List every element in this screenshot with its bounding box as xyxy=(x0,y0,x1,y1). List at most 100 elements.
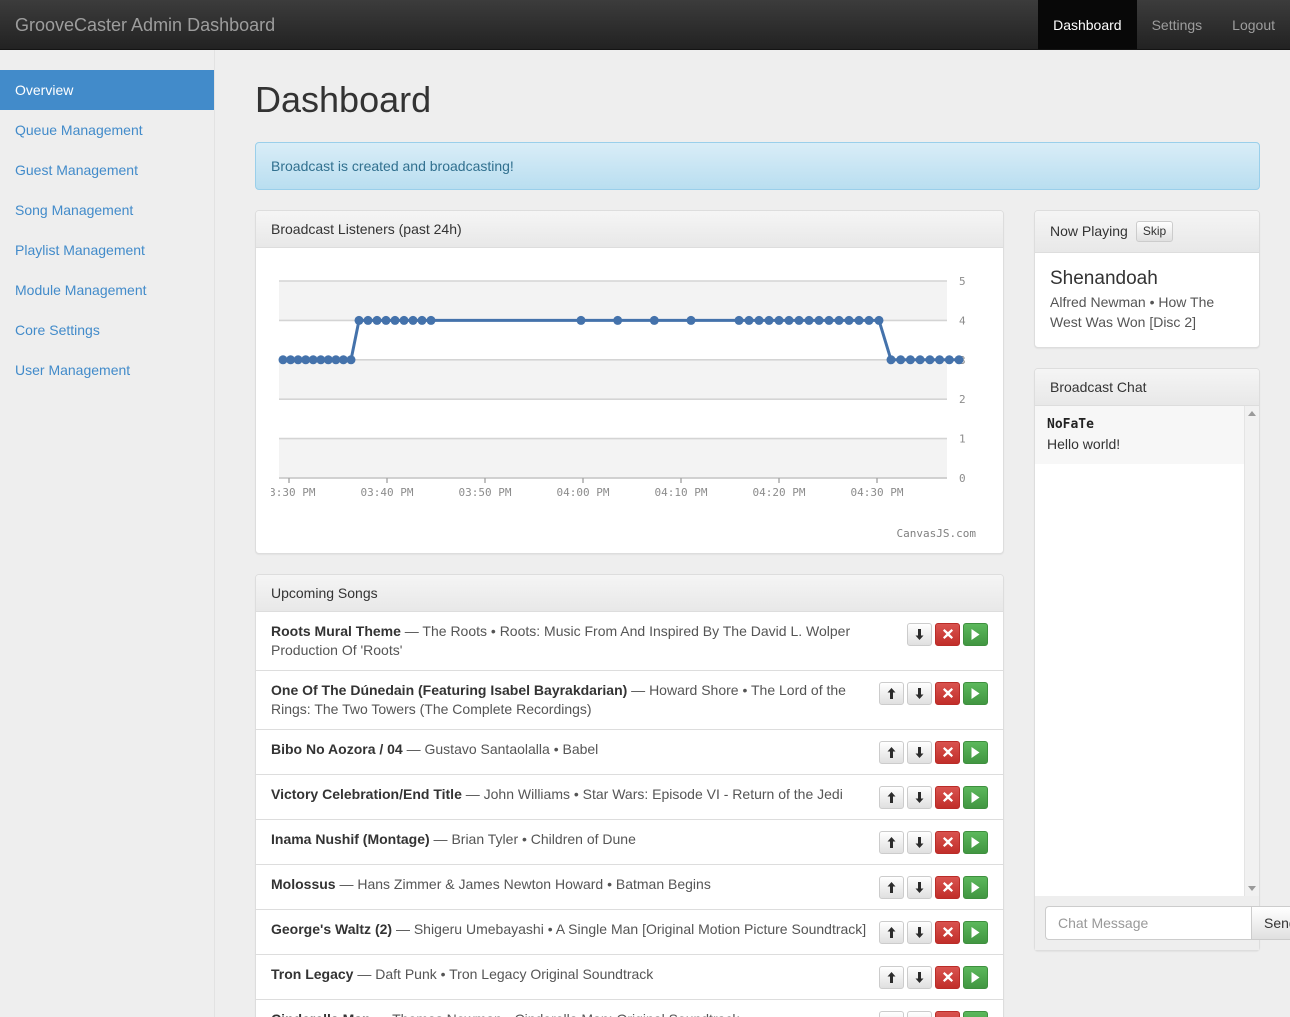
song-artist-album: — Brian Tyler • Children of Dune xyxy=(429,830,636,847)
move-down-button[interactable] xyxy=(907,622,932,646)
chat-scrollbar[interactable] xyxy=(1244,406,1259,897)
move-down-button[interactable] xyxy=(907,830,932,854)
app-brand[interactable]: GrooveCaster Admin Dashboard xyxy=(0,0,290,49)
play-icon xyxy=(971,926,980,938)
remove-song-button[interactable] xyxy=(935,740,960,764)
broadcast-listeners-body: 01234503:30 PM03:40 PM03:50 PM04:00 PM04… xyxy=(256,248,1003,553)
nav-link-logout[interactable]: Logout xyxy=(1217,0,1290,49)
song-artist-album: — Hans Zimmer & James Newton Howard • Ba… xyxy=(335,875,711,892)
broadcast-listeners-panel: Broadcast Listeners (past 24h) 01234503:… xyxy=(255,209,1004,554)
sidebar-item-playlist-management[interactable]: Playlist Management xyxy=(0,230,214,270)
play-icon xyxy=(971,791,980,803)
play-song-button[interactable] xyxy=(963,785,988,809)
remove-song-button[interactable] xyxy=(935,681,960,705)
scroll-down-arrow-icon[interactable] xyxy=(1245,881,1259,896)
svg-text:4: 4 xyxy=(959,314,966,327)
remove-song-button[interactable] xyxy=(935,965,960,989)
page-title: Dashboard xyxy=(255,79,432,120)
play-song-button[interactable] xyxy=(963,622,988,646)
song-description: Molossus — Hans Zimmer & James Newton Ho… xyxy=(271,875,879,894)
scroll-up-arrow-icon[interactable] xyxy=(1245,406,1259,421)
move-down-button[interactable] xyxy=(907,875,932,899)
move-down-button[interactable] xyxy=(907,1010,932,1017)
sidebar-item-song-management[interactable]: Song Management xyxy=(0,190,214,230)
song-title: Molossus xyxy=(271,875,336,892)
move-down-button[interactable] xyxy=(907,740,932,764)
song-description: Victory Celebration/End Title — John Wil… xyxy=(271,785,879,804)
move-up-button[interactable] xyxy=(879,740,904,764)
nav-link-settings[interactable]: Settings xyxy=(1137,0,1218,49)
arrow-up-icon xyxy=(887,791,896,803)
remove-song-button[interactable] xyxy=(935,1010,960,1017)
skip-button[interactable]: Skip xyxy=(1135,220,1174,243)
now-playing-panel: Now Playing Skip Shenandoah Alfred Newma… xyxy=(1034,209,1260,349)
move-up-button[interactable] xyxy=(879,920,904,944)
upcoming-songs-heading: Upcoming Songs xyxy=(256,574,1003,612)
move-up-button[interactable] xyxy=(879,965,904,989)
broadcast-listeners-title: Broadcast Listeners (past 24h) xyxy=(271,220,462,237)
song-artist-album: — Thomas Newman • Cinderella Man: Origin… xyxy=(371,1011,739,1017)
move-up-button[interactable] xyxy=(879,681,904,705)
play-song-button[interactable] xyxy=(963,830,988,854)
song-actions xyxy=(879,875,988,899)
close-icon xyxy=(942,688,953,699)
song-artist-album: — John Williams • Star Wars: Episode VI … xyxy=(461,785,843,802)
play-song-button[interactable] xyxy=(963,681,988,705)
play-song-button[interactable] xyxy=(963,875,988,899)
chat-message-list: NoFaTe Hello world! xyxy=(1035,406,1259,465)
play-song-button[interactable] xyxy=(963,920,988,944)
move-down-button[interactable] xyxy=(907,785,932,809)
sidebar-item-user-management[interactable]: User Management xyxy=(0,350,214,390)
play-song-button[interactable] xyxy=(963,965,988,989)
close-icon xyxy=(942,792,953,803)
sidebar-item-queue-management[interactable]: Queue Management xyxy=(0,110,214,150)
upcoming-songs-panel: Upcoming Songs Roots Mural Theme — The R… xyxy=(255,573,1004,1017)
song-row: Victory Celebration/End Title — John Wil… xyxy=(256,773,1003,819)
remove-song-button[interactable] xyxy=(935,830,960,854)
play-icon xyxy=(971,881,980,893)
move-up-button[interactable] xyxy=(879,875,904,899)
listeners-chart[interactable]: 01234503:30 PM03:40 PM03:50 PM04:00 PM04… xyxy=(271,263,988,540)
song-actions xyxy=(879,920,988,944)
svg-text:5: 5 xyxy=(959,275,966,288)
song-description: Inama Nushif (Montage) — Brian Tyler • C… xyxy=(271,830,879,849)
move-up-button[interactable] xyxy=(879,1010,904,1017)
svg-text:0: 0 xyxy=(959,472,966,485)
sidebar-item-guest-management[interactable]: Guest Management xyxy=(0,150,214,190)
nav-link-dashboard[interactable]: Dashboard xyxy=(1038,0,1137,49)
song-description: Roots Mural Theme — The Roots • Roots: M… xyxy=(271,622,907,660)
play-song-button[interactable] xyxy=(963,740,988,764)
arrow-up-icon xyxy=(887,881,896,893)
chat-message-input[interactable] xyxy=(1045,906,1251,941)
sidebar-item-module-management[interactable]: Module Management xyxy=(0,270,214,310)
canvasjs-credit[interactable]: CanvasJS.com xyxy=(897,527,976,540)
remove-song-button[interactable] xyxy=(935,875,960,899)
song-title: Victory Celebration/End Title xyxy=(271,785,462,802)
now-playing-song-title: Shenandoah xyxy=(1050,268,1158,290)
svg-text:1: 1 xyxy=(959,432,966,445)
song-description: Tron Legacy — Daft Punk • Tron Legacy Or… xyxy=(271,965,879,984)
arrow-up-icon xyxy=(887,687,896,699)
remove-song-button[interactable] xyxy=(935,622,960,646)
arrow-down-icon xyxy=(915,836,924,848)
move-down-button[interactable] xyxy=(907,681,932,705)
move-down-button[interactable] xyxy=(907,920,932,944)
sidebar-item-core-settings[interactable]: Core Settings xyxy=(0,310,214,350)
song-row: Bibo No Aozora / 04 — Gustavo Santaolall… xyxy=(256,728,1003,774)
song-actions xyxy=(879,830,988,854)
move-up-button[interactable] xyxy=(879,785,904,809)
svg-text:03:30 PM: 03:30 PM xyxy=(271,486,316,499)
remove-song-button[interactable] xyxy=(935,920,960,944)
now-playing-song-meta: Alfred Newman • How The West Was Won [Di… xyxy=(1050,294,1215,331)
sidebar-item-overview[interactable]: Overview xyxy=(0,70,214,110)
remove-song-button[interactable] xyxy=(935,785,960,809)
move-up-button[interactable] xyxy=(879,830,904,854)
song-actions xyxy=(907,622,988,646)
play-song-button[interactable] xyxy=(963,1010,988,1017)
arrow-down-icon xyxy=(915,926,924,938)
arrow-up-icon xyxy=(887,836,896,848)
move-down-button[interactable] xyxy=(907,965,932,989)
content-columns: Broadcast Listeners (past 24h) 01234503:… xyxy=(255,209,1290,1017)
send-chat-button[interactable]: Send xyxy=(1251,906,1290,941)
now-playing-heading: Now Playing Skip xyxy=(1035,210,1259,254)
